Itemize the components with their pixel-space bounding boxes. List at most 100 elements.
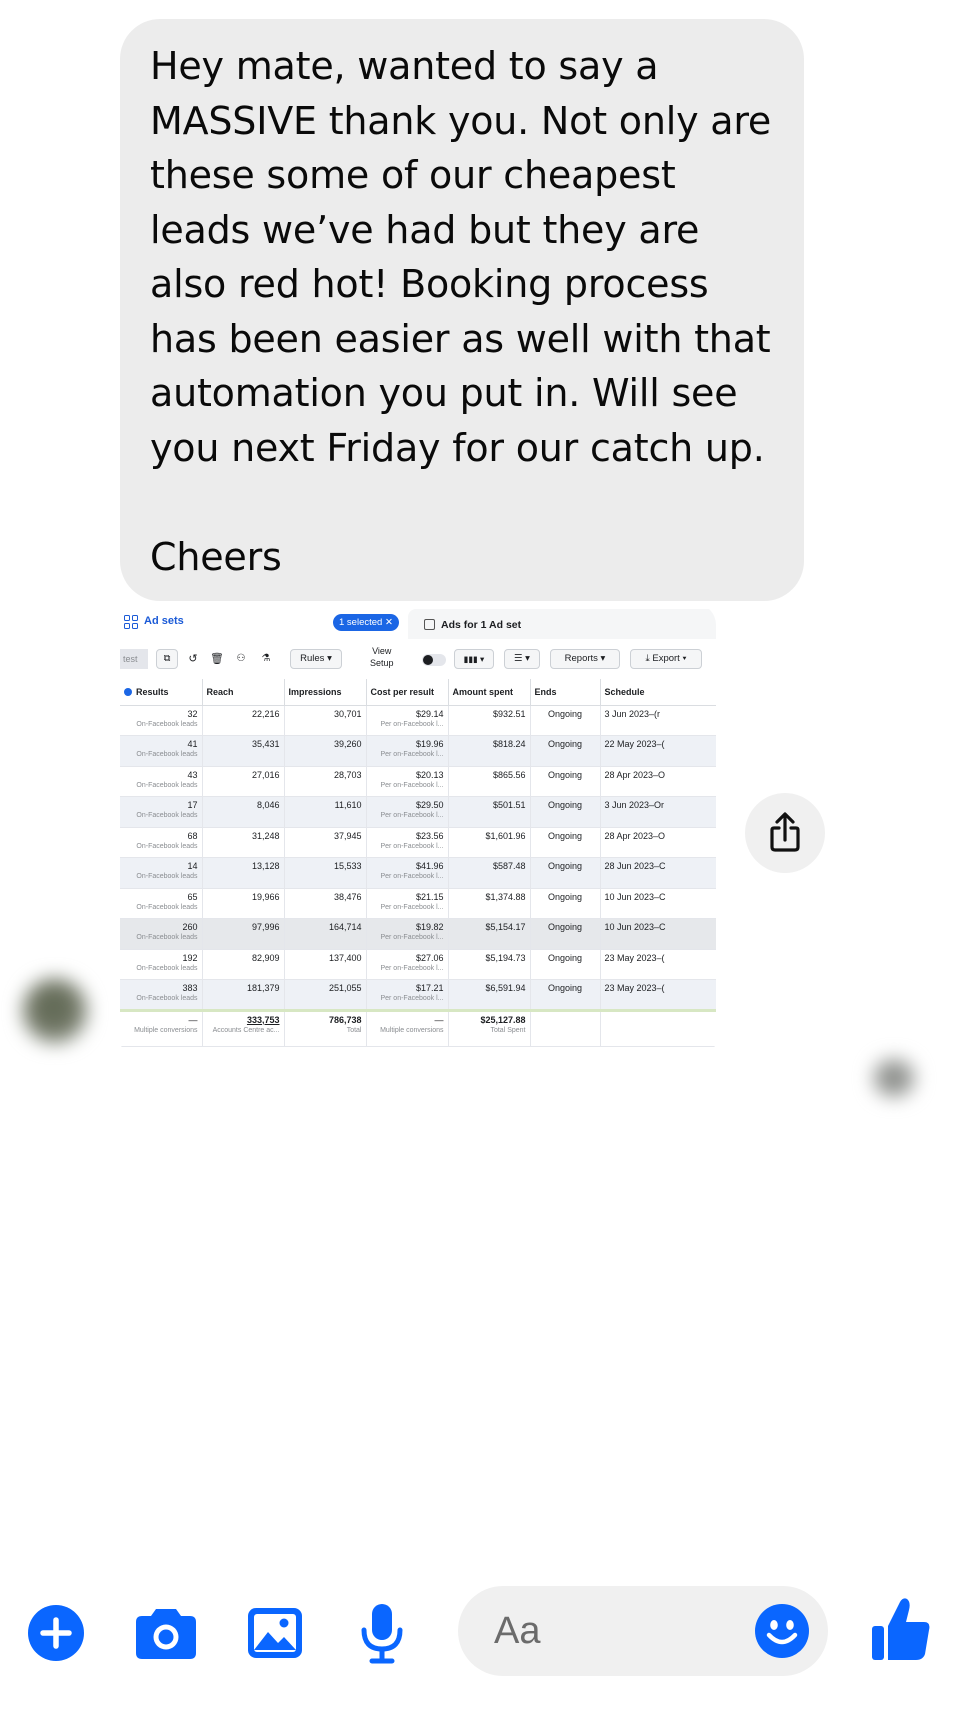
table-row: 43 On-Facebook leads 27,016 28,703 $20.13 Per… [120,766,716,797]
rules-dropdown: Rules ▾ [290,649,342,669]
info-icon [124,687,132,696]
trash-icon: 🗑 [210,653,224,665]
schedule-cell: 10 Jun 2023–C [600,918,716,950]
microphone-button[interactable] [358,1602,406,1664]
ends-cell: Ongoing [530,827,601,858]
schedule-cell: 28 Apr 2023–O [600,766,716,797]
column-header: Ends [530,679,601,706]
reach-cell: 35,431 [202,735,285,767]
sender-avatar[interactable] [22,978,88,1044]
ends-cell: Ongoing [530,766,601,797]
schedule-cell: 28 Jun 2023–C [600,857,716,889]
spent-cell: $865.56 [448,766,531,797]
view-setup-label: View Setup [370,646,394,668]
cost-cell: $17.21 Per on-Facebook l... [366,979,449,1011]
results-cell: 14 On-Facebook leads [120,857,203,889]
totals-row: — Multiple conversions 333,753 Accounts Ce… [120,1008,716,1047]
cost-cell: $20.13 Per on-Facebook l... [366,766,449,797]
table-row: 260 On-Facebook leads 97,996 164,714 $19.82 P… [120,918,716,950]
table-row: 192 On-Facebook leads 82,909 137,400 $27.06 P… [120,949,716,980]
cost-cell: $29.14 Per on-Facebook l... [366,705,449,736]
calendar-icon [424,619,435,630]
reach-cell: 8,046 [202,796,285,828]
impressions-cell: 28,703 [284,766,367,797]
selected-count-badge: 1 selected ✕ [333,614,399,631]
total-impressions: 786,738 Total [284,1008,367,1047]
gallery-icon [248,1608,302,1658]
schedule-cell: 3 Jun 2023–(r [600,705,716,736]
schedule-cell: 22 May 2023–( [600,735,716,767]
spent-cell: $5,194.73 [448,949,531,980]
reports-dropdown: Reports ▾ [550,649,620,669]
view-setup-toggle [422,654,446,666]
plus-icon [28,1605,84,1661]
total-cost: — Multiple conversions [366,1008,449,1047]
reach-cell: 27,016 [202,766,285,797]
plus-button[interactable] [27,1604,85,1662]
impressions-cell: 37,945 [284,827,367,858]
share-button[interactable] [745,793,825,873]
schedule-cell: 10 Jun 2023–C [600,888,716,919]
spent-cell: $6,591.94 [448,979,531,1011]
search-field: test [120,649,148,669]
tab-ads-label: Ads for 1 Ad set [441,619,522,631]
reach-cell: 82,909 [202,949,285,980]
impressions-cell: 15,533 [284,857,367,889]
results-cell: 43 On-Facebook leads [120,766,203,797]
total-results: — Multiple conversions [120,1008,203,1047]
table-header-row: Results Reach Impressions Cost per resul… [120,679,716,706]
table-row: 41 On-Facebook leads 35,431 39,260 $19.96 Per… [120,735,716,767]
read-receipt-avatar [872,1058,916,1098]
total-spent: $25,127.88 Total Spent [448,1008,531,1047]
table-row: 32 On-Facebook leads 22,216 30,701 $29.14 Per… [120,705,716,736]
message-input-pill[interactable] [458,1586,828,1676]
results-cell: 68 On-Facebook leads [120,827,203,858]
spent-cell: $932.51 [448,705,531,736]
reach-cell: 13,128 [202,857,285,889]
spent-cell: $1,374.88 [448,888,531,919]
cost-cell: $27.06 Per on-Facebook l... [366,949,449,980]
undo-icon: ↺ [188,653,198,665]
share-icon [770,812,800,852]
grid-icon [124,615,138,629]
impressions-cell: 39,260 [284,735,367,767]
message-text: Hey mate, wanted to say a MASSIVE thank … [150,44,772,579]
test-icon: ⚗ [261,653,271,664]
ends-cell: Ongoing [530,705,601,736]
results-cell: 32 On-Facebook leads [120,705,203,736]
results-cell: 260 On-Facebook leads [120,918,203,950]
impressions-cell: 137,400 [284,949,367,980]
duplicate-icon: ⧉ [156,649,178,669]
impressions-cell: 38,476 [284,888,367,919]
camera-button[interactable] [134,1605,198,1661]
spent-cell: $5,154.17 [448,918,531,950]
emoji-button[interactable] [754,1603,810,1659]
spent-cell: $587.48 [448,857,531,889]
message-input[interactable] [494,1604,754,1658]
reach-cell: 31,248 [202,827,285,858]
reach-cell: 22,216 [202,705,285,736]
schedule-cell: 28 Apr 2023–O [600,827,716,858]
schedule-cell: 3 Jun 2023–Or [600,796,716,828]
column-header: Cost per result [366,679,449,706]
cost-cell: $19.82 Per on-Facebook l... [366,918,449,950]
message-bubble[interactable]: Hey mate, wanted to say a MASSIVE thank … [120,19,804,601]
total-reach: 333,753 Accounts Centre ac... [202,1008,285,1047]
ends-cell: Ongoing [530,796,601,828]
like-button[interactable] [870,1596,932,1664]
ends-cell: Ongoing [530,857,601,889]
ads-manager-tabs: Ad sets 1 selected ✕ Ads for 1 Ad set [120,603,716,639]
table-row: 17 On-Facebook leads 8,046 11,610 $29.50 Per … [120,796,716,828]
reach-cell: 181,379 [202,979,285,1011]
reach-cell: 97,996 [202,918,285,950]
emoji-icon [755,1604,809,1658]
export-dropdown: ⤓ Export ▾ [630,649,702,669]
gallery-button[interactable] [246,1606,304,1660]
ends-cell: Ongoing [530,918,601,950]
ends-cell: Ongoing [530,949,601,980]
attached-screenshot[interactable]: Ad sets 1 selected ✕ Ads for 1 Ad set te… [120,603,716,1061]
cost-cell: $29.50 Per on-Facebook l... [366,796,449,828]
ad-sets-table: Results Reach Impressions Cost per resul… [120,679,716,1047]
cost-cell: $23.56 Per on-Facebook l... [366,827,449,858]
table-row: 68 On-Facebook leads 31,248 37,945 $23.56 Per… [120,827,716,858]
